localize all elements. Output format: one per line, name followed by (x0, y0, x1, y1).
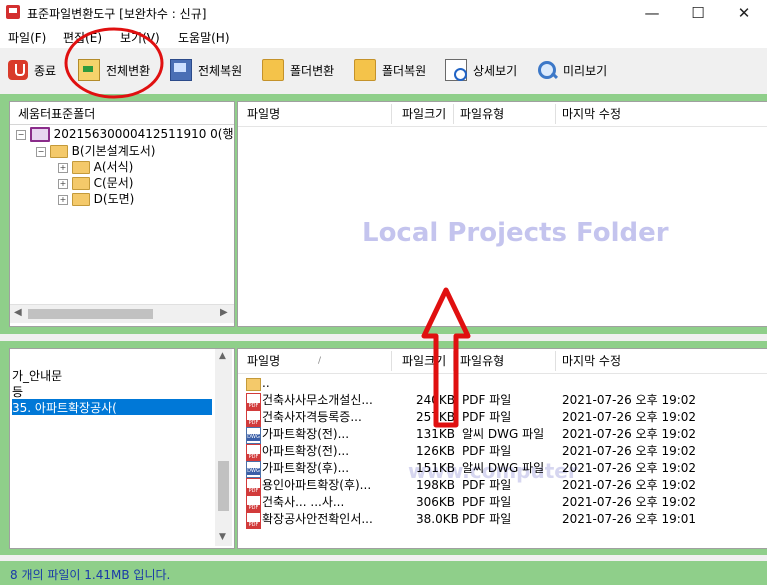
arrow-up-icon (421, 287, 471, 428)
highlight-circle (64, 27, 164, 99)
status-text: 8 개의 파일이 1.41MB 입니다. (10, 568, 171, 582)
annotation-overlay (64, 27, 471, 428)
status-bar: 8 개의 파일이 1.41MB 입니다. (0, 561, 767, 585)
